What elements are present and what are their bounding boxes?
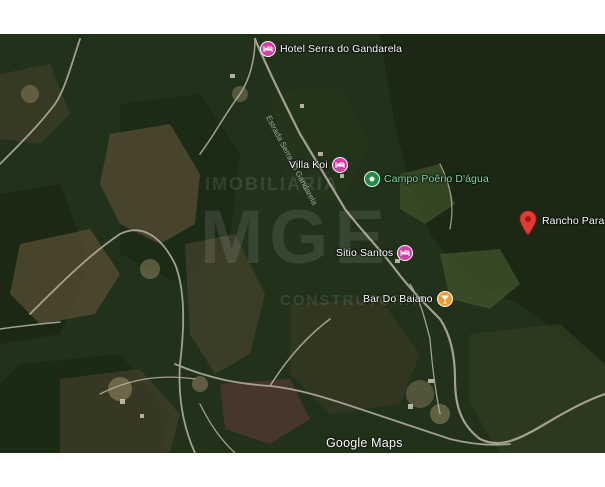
park-icon (364, 171, 380, 187)
poi-rancho-pin[interactable]: Rancho Para R (519, 210, 605, 236)
poi-label: Bar Do Baiano (363, 293, 433, 305)
poi-hotel-serra-do-gandarela[interactable]: Hotel Serra do Gandarela (260, 41, 402, 57)
poi-label: Rancho Para R (542, 215, 605, 227)
satellite-terrain (0, 34, 605, 453)
poi-label: Villa Koi (289, 159, 328, 171)
hotel-icon (397, 245, 414, 261)
hotel-icon (260, 41, 276, 57)
cocktail-icon (436, 291, 453, 307)
map-pin-icon (519, 210, 537, 236)
poi-label: Sitio Santos (336, 247, 394, 259)
poi-campo[interactable]: Campo Poêrio D'água (364, 171, 489, 187)
satellite-map[interactable]: IMOBILIARIA MGE CONSTRUTORA Estrada Serr… (0, 34, 605, 453)
poi-villa-koi[interactable]: Villa Koi (289, 157, 348, 173)
poi-bar-do-baiano[interactable]: Bar Do Baiano (363, 291, 453, 307)
google-maps-logo: Google Maps (326, 436, 403, 450)
poi-label: Hotel Serra do Gandarela (280, 43, 403, 55)
hotel-icon (331, 157, 348, 173)
poi-label: Campo Poêrio D'água (384, 173, 489, 185)
poi-sitio-santos[interactable]: Sitio Santos (336, 245, 414, 261)
